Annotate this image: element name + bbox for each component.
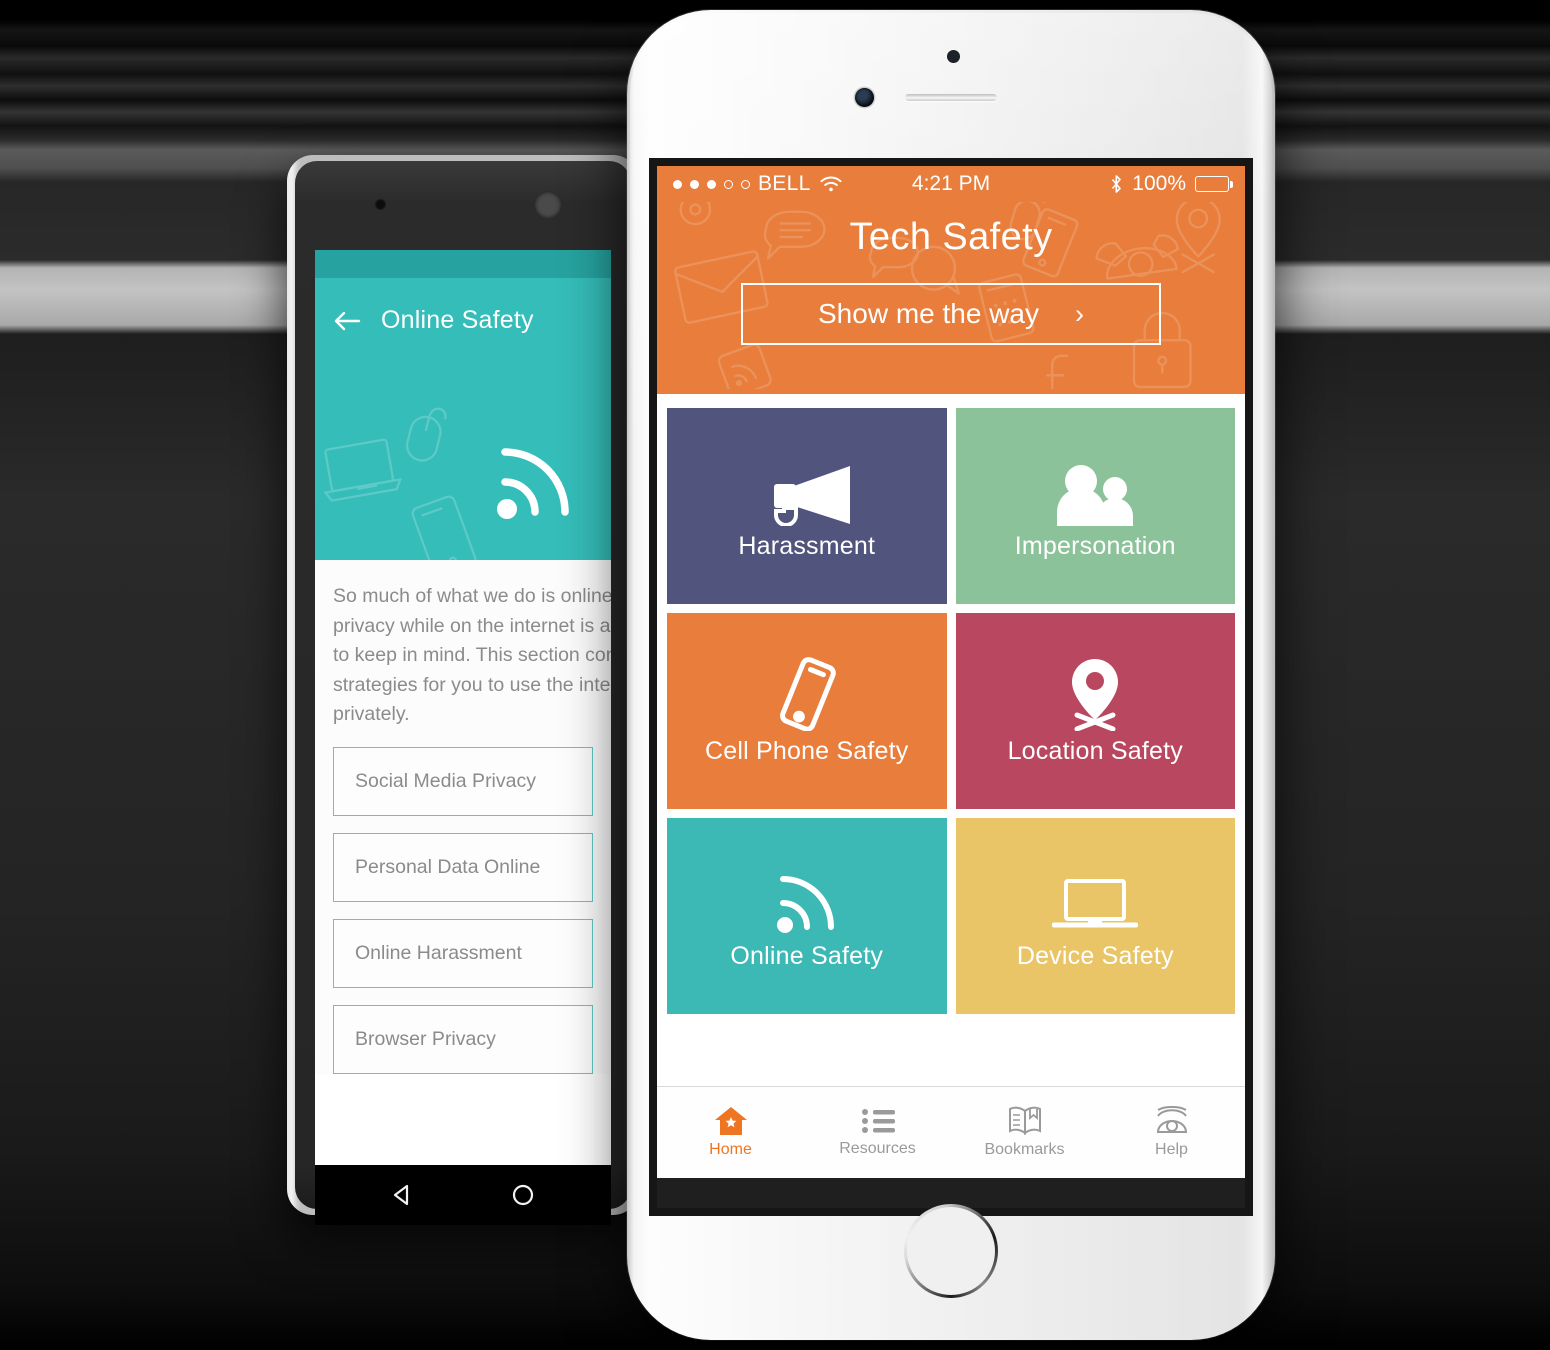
- list-item[interactable]: Social Media Privacy: [333, 746, 593, 816]
- android-body: So much of what we do is online. privacy…: [315, 560, 611, 1074]
- status-signal-group: BELL: [673, 172, 843, 196]
- tile-label: Cell Phone Safety: [704, 736, 909, 765]
- iphone-proximity-sensor: [947, 50, 960, 63]
- tile-cell-phone-safety[interactable]: Cell Phone Safety: [667, 613, 947, 809]
- two-people-icon: [1053, 452, 1137, 526]
- tab-label: Help: [1155, 1141, 1188, 1158]
- signal-dot-filled: [707, 179, 716, 189]
- home-star-icon: [714, 1107, 747, 1135]
- android-page-title: Online Safety: [381, 306, 534, 334]
- tile-label: Location Safety: [1007, 736, 1183, 765]
- tile-label: Harassment: [738, 531, 876, 560]
- tab-bookmarks[interactable]: Bookmarks: [951, 1087, 1098, 1178]
- cell-phone-icon: [770, 656, 844, 731]
- wifi-icon: [820, 176, 842, 192]
- tile-label: Device Safety: [1016, 941, 1174, 970]
- tab-home[interactable]: Home: [657, 1087, 804, 1178]
- telephone-icon: [1156, 1106, 1187, 1133]
- signal-dot-filled: [690, 179, 699, 189]
- tile-device-safety[interactable]: Device Safety: [955, 818, 1235, 1014]
- iphone-mockup: BELL 4:21 PM 100% Tech Safety Show me th…: [627, 10, 1275, 1340]
- android-earpiece-speaker: [534, 191, 562, 219]
- android-navigation-bar: [315, 1165, 611, 1225]
- ios-app-header: Tech Safety Show me the way ›: [657, 202, 1245, 394]
- list-item[interactable]: Online Harassment: [333, 918, 593, 988]
- list-item[interactable]: Personal Data Online: [333, 832, 593, 902]
- tile-label: Impersonation: [1014, 531, 1176, 560]
- ios-tab-bar: Home Resources Bookmarks Help: [657, 1086, 1245, 1178]
- android-home-circle-icon[interactable]: [510, 1182, 536, 1208]
- laptop-icon: [1052, 862, 1139, 936]
- iphone-home-button[interactable]: [904, 1204, 998, 1298]
- android-intro-text: So much of what we do is online. privacy…: [333, 585, 611, 725]
- show-me-the-way-button[interactable]: Show me the way ›: [741, 283, 1161, 345]
- megaphone-icon: [764, 452, 850, 526]
- tile-harassment[interactable]: Harassment: [667, 408, 947, 604]
- open-book-icon: [1008, 1106, 1041, 1136]
- battery-percent-label: 100%: [1132, 172, 1186, 195]
- list-item[interactable]: Browser Privacy: [333, 1004, 593, 1074]
- tab-label: Home: [709, 1141, 752, 1158]
- chevron-right-icon: ›: [1075, 298, 1084, 329]
- bluetooth-icon: [1112, 175, 1122, 193]
- page-title: Tech Safety: [849, 216, 1053, 258]
- status-right-group: 100%: [1110, 172, 1233, 196]
- list-item-label: Social Media Privacy: [355, 769, 536, 792]
- tab-label: Bookmarks: [984, 1141, 1065, 1158]
- signal-dot-empty: [741, 179, 750, 189]
- tile-location-safety[interactable]: Location Safety: [955, 613, 1235, 809]
- list-item-label: Personal Data Online: [355, 855, 541, 878]
- wifi-signal-icon: [771, 862, 843, 936]
- iphone-earpiece-speaker: [905, 94, 997, 101]
- wifi-signal-icon: [497, 448, 569, 519]
- show-me-the-way-label: Show me the way: [818, 298, 1039, 329]
- android-app-header: Online Safety: [315, 278, 611, 560]
- android-front-camera-icon: [375, 199, 386, 210]
- iphone-front-camera-icon: [855, 88, 874, 107]
- ios-status-bar: BELL 4:21 PM 100%: [657, 166, 1245, 202]
- android-screen: Online Safety So much of what we do is o…: [315, 250, 611, 1165]
- android-back-triangle-icon[interactable]: [390, 1182, 416, 1208]
- android-phone-mockup: Online Safety So much of what we do is o…: [287, 155, 639, 1225]
- category-tile-grid: Harassment Impersonation Cell Phone Safe…: [657, 394, 1245, 1014]
- android-status-bar: [315, 250, 611, 278]
- battery-icon: [1195, 176, 1233, 192]
- signal-dot-empty: [724, 179, 733, 189]
- tile-impersonation[interactable]: Impersonation: [955, 408, 1235, 604]
- list-icon: [861, 1109, 895, 1133]
- list-item-label: Online Harassment: [355, 941, 522, 964]
- tile-online-safety[interactable]: Online Safety: [667, 818, 947, 1014]
- location-pin-icon: [1063, 657, 1127, 731]
- carrier-label: BELL: [758, 172, 811, 195]
- signal-dot-filled: [673, 179, 682, 189]
- back-arrow-icon[interactable]: [333, 310, 361, 332]
- tab-label: Resources: [839, 1140, 916, 1157]
- android-title-bar: Online Safety: [315, 278, 611, 335]
- list-item-label: Browser Privacy: [355, 1027, 496, 1050]
- tab-help[interactable]: Help: [1098, 1087, 1245, 1178]
- tile-label: Online Safety: [730, 941, 884, 970]
- tab-resources[interactable]: Resources: [804, 1087, 951, 1178]
- iphone-screen: BELL 4:21 PM 100% Tech Safety Show me th…: [649, 158, 1253, 1216]
